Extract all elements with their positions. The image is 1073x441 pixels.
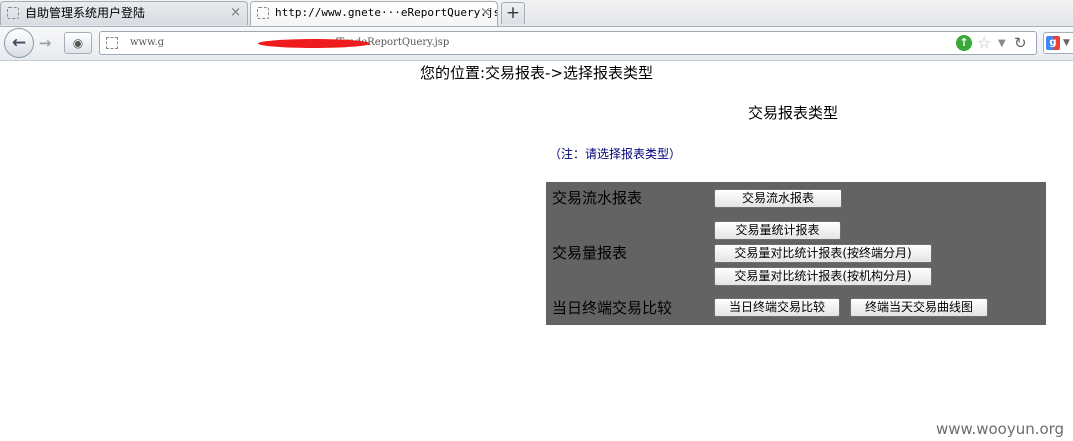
forward-arrow-icon[interactable]: → (35, 34, 55, 54)
volume-compare-by-institution-button[interactable]: 交易量对比统计报表(按机构分月) (714, 267, 932, 286)
back-arrow-icon[interactable]: ← (4, 28, 34, 58)
tab-bar: 自助管理系统用户登陆 × http://www.gnete···eReportQ… (0, 0, 1073, 27)
history-dropdown-icon[interactable]: ▼ (998, 34, 1006, 54)
google-icon: g (1046, 36, 1060, 50)
breadcrumb: 您的位置:交易报表->选择报表类型 (420, 64, 654, 82)
report-type-panel: 交易流水报表 交易流水报表 交易量报表 交易量统计报表 交易量对比统计报表(按终… (546, 182, 1046, 325)
volume-statistics-report-button[interactable]: 交易量统计报表 (714, 221, 841, 240)
tab-title: 自助管理系统用户登陆 (25, 6, 146, 20)
transaction-flow-report-button[interactable]: 交易流水报表 (714, 189, 842, 208)
row-label-transaction-flow: 交易流水报表 (552, 189, 643, 207)
terminal-daily-curve-button[interactable]: 终端当天交易曲线图 (850, 298, 988, 317)
watermark: www.wooyun.org (936, 420, 1065, 438)
tab-report-query[interactable]: http://www.gnete···eReportQuery.jsp × (250, 1, 498, 26)
new-tab-button[interactable]: + (501, 2, 525, 24)
row-label-transaction-volume: 交易量报表 (552, 244, 628, 262)
daily-terminal-compare-button[interactable]: 当日终端交易比较 (714, 298, 840, 317)
close-tab-icon[interactable]: × (480, 2, 491, 24)
close-tab-icon[interactable]: × (230, 2, 241, 24)
instruction-note: （注：请选择报表类型） (549, 147, 682, 161)
volume-compare-by-terminal-button[interactable]: 交易量对比统计报表(按终端分月) (714, 244, 932, 263)
address-bar[interactable]: www.g/TradeReportQuery.jsp ↑ ☆ ▼ ↻ (99, 31, 1037, 55)
navigation-toolbar: ← → ◉ www.g/TradeReportQuery.jsp ↑ ☆ ▼ ↻… (0, 27, 1073, 61)
search-engine-button[interactable]: g ▼ (1043, 32, 1073, 54)
tab-title: http://www.gnete···eReportQuery.jsp (275, 6, 498, 19)
page-favicon-icon (7, 7, 19, 19)
tab-login[interactable]: 自助管理系统用户登陆 × (0, 1, 248, 25)
chevron-down-icon: ▼ (1063, 38, 1070, 48)
reload-icon[interactable]: ↻ (1014, 33, 1027, 53)
identity-icon[interactable]: ◉ (64, 32, 92, 54)
row-label-daily-terminal-compare: 当日终端交易比较 (552, 299, 673, 317)
address-prefix: www.g (130, 37, 165, 48)
page-title: 交易报表类型 (748, 104, 839, 122)
redaction-mark (258, 39, 370, 48)
bookmark-star-icon[interactable]: ☆ (977, 33, 991, 53)
page-favicon-icon (106, 37, 118, 49)
go-icon[interactable]: ↑ (956, 35, 972, 51)
page-favicon-icon (257, 7, 269, 19)
